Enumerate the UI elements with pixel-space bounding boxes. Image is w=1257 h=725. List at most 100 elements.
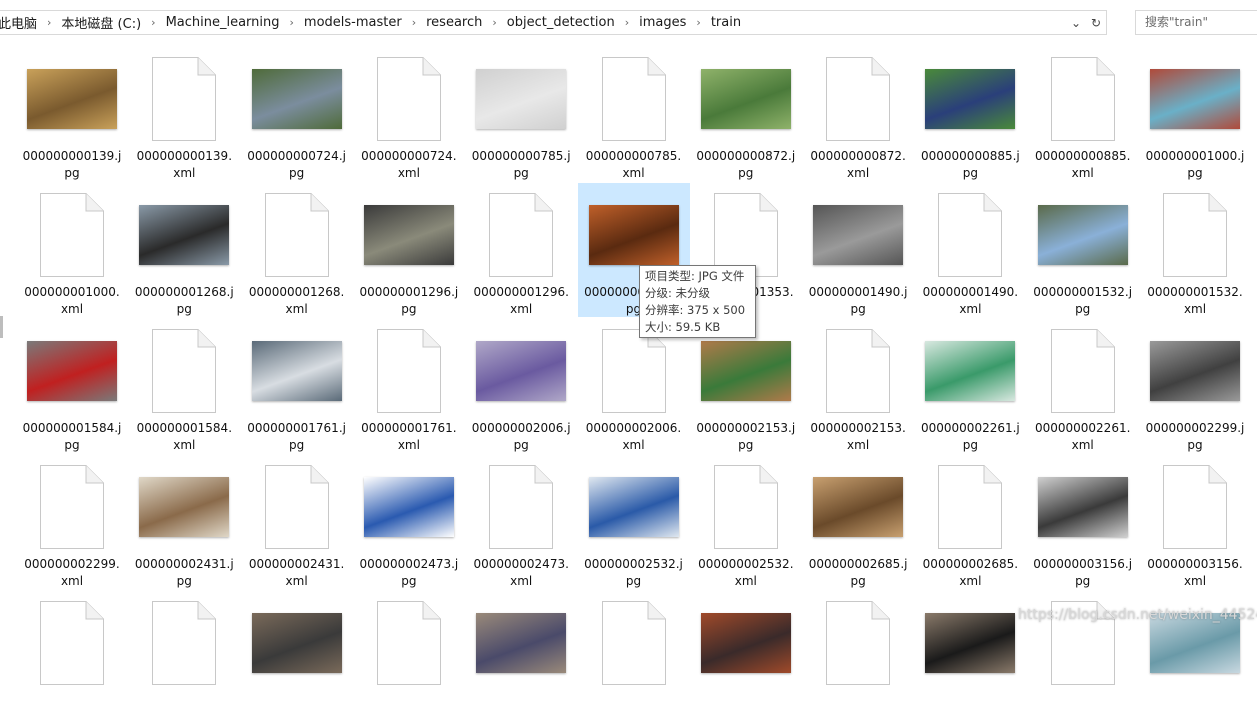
file-item[interactable]: 000000002006.j pg	[465, 319, 577, 453]
file-name-line: 000000000139.j	[22, 149, 122, 163]
file-name: 000000001761. xml	[353, 420, 465, 454]
file-item[interactable]: 000000002685.j pg	[802, 455, 914, 589]
breadcrumb-item[interactable]: train	[707, 11, 745, 34]
file-item[interactable]: 000000001000.j pg	[1139, 47, 1251, 181]
file-name: 000000001000. xml	[16, 284, 128, 318]
file-item[interactable]	[802, 591, 914, 725]
file-icon	[802, 595, 914, 690]
file-name-line: 000000001490.j	[808, 285, 908, 299]
file-item[interactable]: 000000002299. xml	[16, 455, 128, 589]
file-item[interactable]: 000000001268. xml	[241, 183, 353, 317]
file-name: 000000002006.j pg	[465, 420, 577, 454]
file-item[interactable]: 000000002473. xml	[465, 455, 577, 589]
tooltip-size: 大小: 59.5 KB	[645, 320, 721, 334]
file-name: 000000001532.j pg	[1027, 284, 1139, 318]
file-item[interactable]: 000000002299.j pg	[1139, 319, 1251, 453]
file-item[interactable]	[241, 591, 353, 725]
file-name: 000000000872. xml	[802, 148, 914, 182]
image-thumbnail	[690, 51, 802, 146]
file-item[interactable]: 000000001532.j pg	[1027, 183, 1139, 317]
image-thumbnail	[465, 51, 577, 146]
file-name-line: 000000000724.j	[247, 149, 346, 163]
file-item[interactable]: 000000000872.j pg	[690, 47, 802, 181]
file-item[interactable]: 000000000139. xml	[128, 47, 240, 181]
file-item[interactable]: 000000002431.j pg	[128, 455, 240, 589]
file-name: 000000001268.j pg	[128, 284, 240, 318]
file-item[interactable]: 000000002006. xml	[578, 319, 690, 453]
file-item[interactable]: 000000001268.j pg	[128, 183, 240, 317]
file-name-line: xml	[60, 302, 84, 316]
file-name: 000000001268. xml	[241, 284, 353, 318]
file-item[interactable]	[914, 591, 1026, 725]
file-name: 000000001296. xml	[465, 284, 577, 318]
refresh-icon[interactable]: ↻	[1086, 11, 1106, 34]
file-item[interactable]: 000000002431. xml	[241, 455, 353, 589]
file-item[interactable]: 000000002153. xml	[802, 319, 914, 453]
file-item[interactable]: 000000002532.j pg	[578, 455, 690, 589]
file-item[interactable]: 000000000724.j pg	[241, 47, 353, 181]
file-item[interactable]: 000000000139.j pg	[16, 47, 128, 181]
breadcrumb-item[interactable]: Machine_learning	[162, 11, 284, 34]
file-item[interactable]: 000000002261.j pg	[914, 319, 1026, 453]
file-name-line: xml	[397, 438, 420, 452]
file-item[interactable]: 000000001584.j pg	[16, 319, 128, 453]
file-name: 000000002153. xml	[802, 420, 914, 454]
image-thumbnail	[128, 459, 240, 554]
file-item[interactable]	[128, 591, 240, 725]
file-item[interactable]: 000000002532. xml	[690, 455, 802, 589]
file-name-line: 000000000139.	[136, 149, 233, 163]
file-item[interactable]: 000000001000. xml	[16, 183, 128, 317]
file-item[interactable]: 000000002261. xml	[1027, 319, 1139, 453]
address-bar[interactable]: 此电脑 › 本地磁盘 (C:) › Machine_learning › models-ma…	[0, 10, 1107, 35]
file-name-line: 000000001000.j	[1145, 149, 1245, 163]
breadcrumb-item[interactable]: 此电脑	[0, 11, 41, 34]
file-name-line: xml	[173, 166, 196, 180]
file-item[interactable]	[465, 591, 577, 725]
file-item[interactable]: 000000001761. xml	[353, 319, 465, 453]
file-item[interactable]: 000000002473.j pg	[353, 455, 465, 589]
file-item[interactable]: 000000002685. xml	[914, 455, 1026, 589]
file-name-line: pg	[176, 302, 192, 316]
file-item[interactable]: 000000001490.j pg	[802, 183, 914, 317]
file-icon	[578, 595, 690, 690]
file-name-line: pg	[738, 438, 754, 452]
file-item[interactable]: 000000003156.j pg	[1027, 455, 1139, 589]
file-item[interactable]	[353, 591, 465, 725]
file-name-line: 000000002153.	[810, 421, 906, 435]
file-item[interactable]: 000000000724. xml	[353, 47, 465, 181]
file-item[interactable]: 000000000885.j pg	[914, 47, 1026, 181]
breadcrumb-item[interactable]: models-master	[300, 11, 406, 34]
image-thumbnail	[1027, 187, 1139, 282]
breadcrumb-item[interactable]: images	[635, 11, 690, 34]
file-icon	[16, 187, 128, 282]
file-item[interactable]: 000000000885. xml	[1027, 47, 1139, 181]
file-item[interactable]: 000000001584. xml	[128, 319, 240, 453]
file-item[interactable]	[578, 591, 690, 725]
file-name-line: xml	[1183, 302, 1207, 316]
file-item[interactable]: 000000002153.j pg	[690, 319, 802, 453]
file-item[interactable]	[16, 591, 128, 725]
file-name: 000000000885. xml	[1027, 148, 1139, 182]
file-item[interactable]: 000000003156. xml	[1139, 455, 1251, 589]
image-thumbnail	[353, 187, 465, 282]
file-item[interactable]: 000000001761.j pg	[241, 319, 353, 453]
file-name-line: xml	[510, 302, 533, 316]
file-item[interactable]	[690, 591, 802, 725]
file-item[interactable]: 000000001296.j pg	[353, 183, 465, 317]
file-item[interactable]: 000000000785. xml	[578, 47, 690, 181]
file-item[interactable]: 000000000785.j pg	[465, 47, 577, 181]
image-thumbnail	[914, 51, 1026, 146]
breadcrumb-item[interactable]: object_detection	[503, 11, 619, 34]
file-item[interactable]: 000000000872. xml	[802, 47, 914, 181]
file-name: 000000001490.j pg	[802, 284, 914, 318]
chevron-down-icon[interactable]: ⌄	[1066, 11, 1086, 34]
search-input[interactable]: 搜索"train"	[1135, 10, 1257, 35]
file-name-line: 000000000785.	[585, 149, 682, 163]
file-name: 000000001584.j pg	[16, 420, 128, 454]
breadcrumb-item[interactable]: 本地磁盘 (C:)	[57, 11, 145, 34]
breadcrumb-item[interactable]: research	[422, 11, 486, 34]
file-name: 000000003156.j pg	[1027, 556, 1139, 590]
file-item[interactable]: 000000001532. xml	[1139, 183, 1251, 317]
file-item[interactable]: 000000001490. xml	[914, 183, 1026, 317]
file-item[interactable]: 000000001296. xml	[465, 183, 577, 317]
